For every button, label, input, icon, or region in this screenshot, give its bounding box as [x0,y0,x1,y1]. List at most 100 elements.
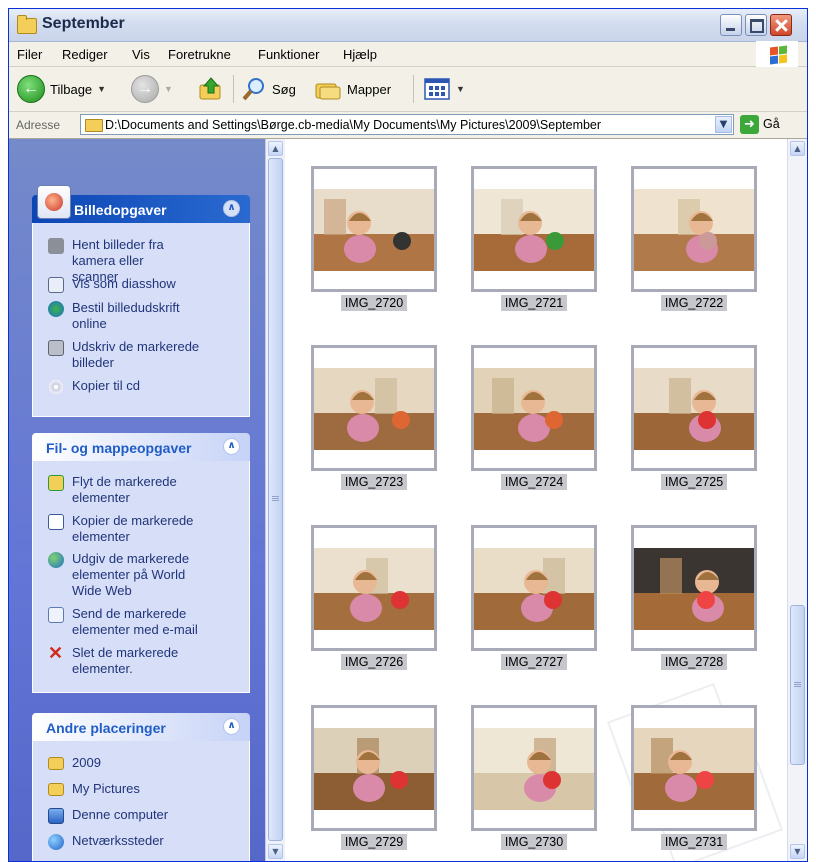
thumbnail[interactable] [311,705,437,831]
menu-favorites[interactable]: Foretrukne [168,47,231,62]
address-dropdown-button[interactable]: ▼ [715,116,732,133]
chevron-down-icon[interactable]: ▼ [456,84,465,94]
file-name-label[interactable]: IMG_2729 [311,834,437,850]
thumbnail[interactable] [631,525,757,651]
thumbnail[interactable] [471,525,597,651]
photo-preview [634,548,754,630]
address-path[interactable]: D:\Documents and Settings\Børge.cb-media… [105,118,601,132]
task-copy-to-cd[interactable]: Kopier til cd [48,378,140,395]
title-bar[interactable]: September [9,9,807,42]
file-name-label[interactable]: IMG_2727 [471,654,597,670]
photo-preview [314,189,434,271]
file-tasks-header[interactable]: Fil- og mappeopgaver ∧ [32,433,250,461]
task-publish-web[interactable]: Udgiv de markerede elementer på World Wi… [48,551,202,599]
scroll-up-arrow-icon[interactable]: ▲ [790,141,805,156]
file-name-label[interactable]: IMG_2726 [311,654,437,670]
scrollbar-thumb[interactable] [790,605,805,765]
menu-file[interactable]: Filer [17,47,42,62]
task-label: Send de markerede elementer med e-mail [72,606,198,637]
file-name-label[interactable]: IMG_2728 [631,654,757,670]
views-button[interactable]: ▼ [423,75,465,103]
content-scrollbar[interactable]: ▲ ▼ [787,139,807,861]
folder-icon [48,783,64,796]
file-name-label[interactable]: IMG_2723 [311,474,437,490]
task-move[interactable]: Flyt de markerede elementer [48,474,202,506]
task-order-prints[interactable]: Bestil billedudskrift online [48,300,202,332]
collapse-icon[interactable]: ∧ [223,718,240,735]
other-places-header[interactable]: Andre placeringer ∧ [32,713,250,741]
forward-button[interactable]: → ▼ [131,75,173,103]
menu-edit[interactable]: Rediger [62,47,108,62]
place-network[interactable]: Netværkssteder [48,833,164,850]
online-print-icon [48,301,64,317]
place-my-computer[interactable]: Denne computer [48,807,168,824]
file-name-label[interactable]: IMG_2725 [631,474,757,490]
thumbnail[interactable] [471,705,597,831]
file-tasks-body: Flyt de markerede elementer Kopier de ma… [32,461,250,693]
collapse-icon[interactable]: ∧ [223,200,240,217]
search-button[interactable]: Søg [241,75,296,103]
task-label: Kopier til cd [72,378,140,393]
scrollbar-thumb[interactable] [268,158,283,841]
back-arrow-icon: ← [17,75,45,103]
close-button[interactable] [770,14,792,36]
other-places-title: Andre placeringer [46,720,166,736]
file-name-label[interactable]: IMG_2724 [471,474,597,490]
place-my-pictures[interactable]: My Pictures [48,781,140,797]
scroll-down-arrow-icon[interactable]: ▼ [268,844,283,859]
address-input[interactable]: D:\Documents and Settings\Børge.cb-media… [80,114,734,135]
task-delete[interactable]: ✕ Slet de markerede elementer. [48,644,197,677]
thumbnail[interactable] [471,345,597,471]
menu-bar: Filer Rediger Vis Foretrukne Funktioner … [9,41,807,67]
folders-button[interactable]: Mapper [314,75,391,103]
folder-icon [48,757,64,770]
task-slideshow[interactable]: Vis som diasshow [48,276,176,293]
up-folder-button[interactable] [198,75,224,103]
thumbnail[interactable] [631,345,757,471]
search-icon [242,78,264,101]
go-arrow-icon[interactable]: ➜ [740,115,759,134]
picture-tasks-header[interactable]: Billedopgaver ∧ [32,185,250,223]
thumbnail[interactable] [631,166,757,292]
address-label: Adresse [16,118,61,132]
thumbnail[interactable] [311,166,437,292]
task-pane-scrollbar[interactable]: ▲ ▼ [265,139,285,861]
scroll-up-arrow-icon[interactable]: ▲ [268,141,283,156]
chevron-down-icon[interactable]: ▼ [97,84,106,94]
email-icon [48,607,64,623]
photo-preview [474,548,594,630]
file-name-label[interactable]: IMG_2722 [631,295,757,311]
place-2009[interactable]: 2009 [48,755,101,771]
scroll-down-arrow-icon[interactable]: ▼ [790,844,805,859]
menu-tools[interactable]: Funktioner [258,47,319,62]
photo-preview [474,728,594,810]
globe-icon [48,552,64,568]
copy-icon [48,514,64,530]
task-print-pictures[interactable]: Udskriv de markerede billeder [48,339,212,371]
move-icon [48,475,64,491]
collapse-icon[interactable]: ∧ [223,438,240,455]
thumbnail[interactable] [631,705,757,831]
thumbnail[interactable] [471,166,597,292]
file-name-label[interactable]: IMG_2731 [631,834,757,850]
toolbar: ← Tilbage ▼ → ▼ Søg Mapper ▼ [9,67,807,112]
file-name-label[interactable]: IMG_2720 [311,295,437,311]
thumbnail[interactable] [311,525,437,651]
menu-view[interactable]: Vis [132,47,150,62]
minimize-button[interactable] [720,14,742,36]
folder-up-icon [199,77,221,100]
file-name-label[interactable]: IMG_2730 [471,834,597,850]
thumbnail[interactable] [311,345,437,471]
chevron-down-icon[interactable]: ▼ [164,84,173,94]
photo-preview [474,368,594,450]
task-copy[interactable]: Kopier de markerede elementer [48,513,207,545]
window-title: September [42,15,125,32]
menu-help[interactable]: Hjælp [343,47,377,62]
back-button[interactable]: ← Tilbage ▼ [17,75,106,103]
go-button[interactable]: Gå [763,117,780,131]
maximize-button[interactable] [745,14,767,36]
photo-preview [634,189,754,271]
file-name-label[interactable]: IMG_2721 [471,295,597,311]
task-email[interactable]: Send de markerede elementer med e-mail [48,606,212,638]
camera-icon [48,238,64,254]
